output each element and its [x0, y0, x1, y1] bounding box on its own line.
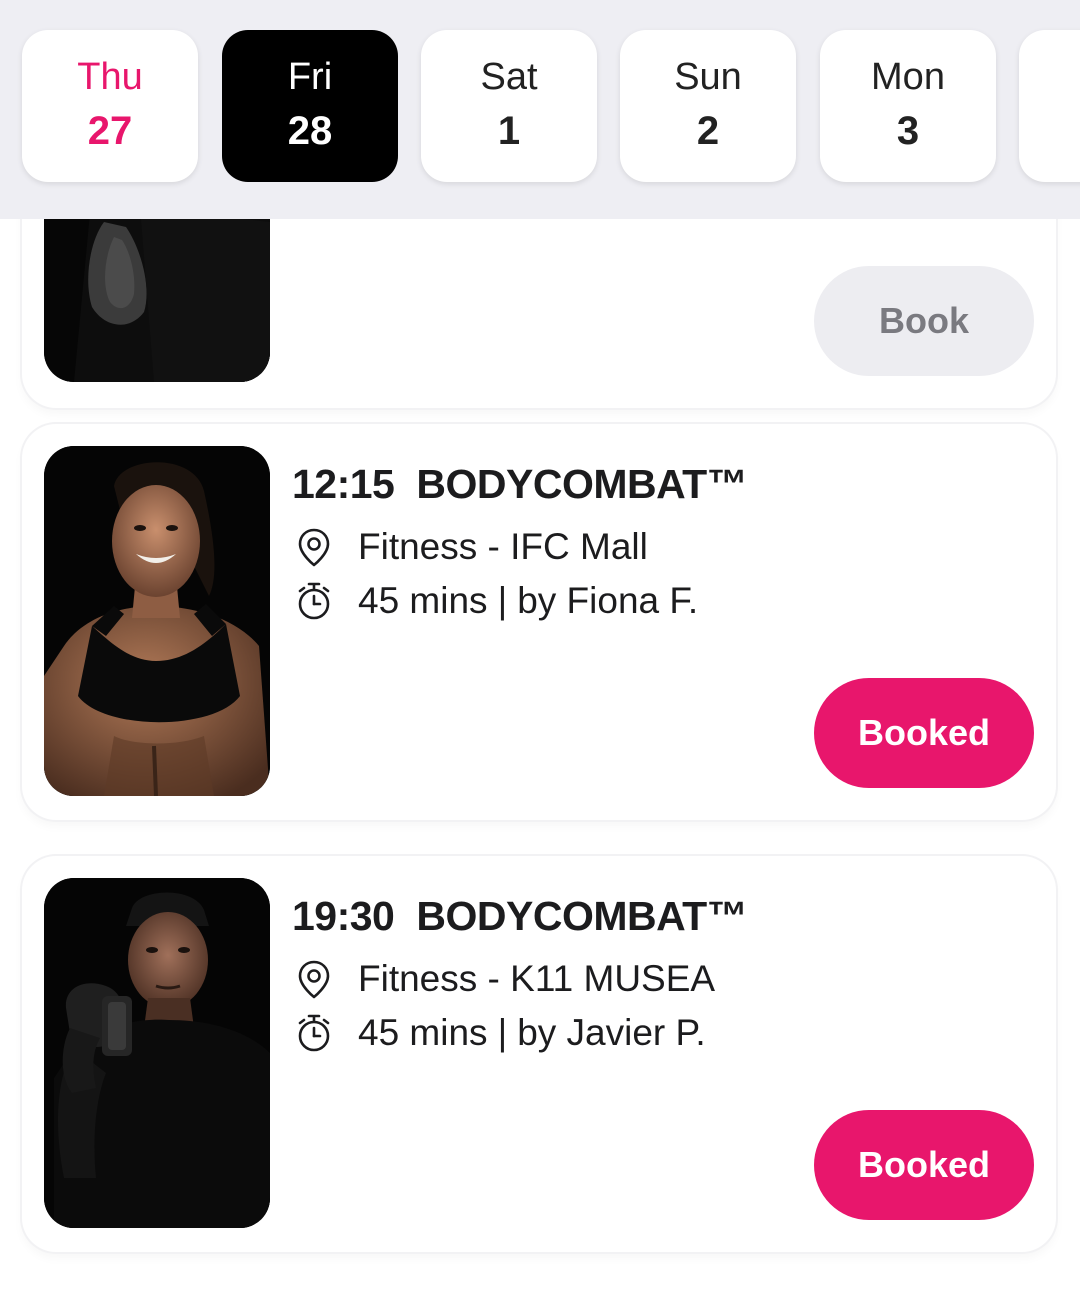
class-duration: 45 mins | by Javier P. [292, 1010, 706, 1056]
book-button[interactable]: Book [814, 266, 1034, 376]
date-chip-date: 3 [896, 109, 920, 153]
booked-button[interactable]: Booked [814, 678, 1034, 788]
date-chip-sat-1[interactable]: Sat 1 [421, 30, 597, 182]
stopwatch-icon [298, 1014, 330, 1052]
instructor-photo [44, 446, 270, 796]
meta-separator: | [497, 580, 508, 621]
date-strip[interactable]: Thu 27 Fri 28 Sat 1 Sun 2 Mon 3 T [0, 0, 1080, 219]
date-chip-day: Fri [287, 56, 333, 98]
class-card[interactable]: 12:15 BODYCOMBAT™ Fitness - IFC Mall 45 m… [22, 424, 1056, 820]
date-chip-thu-27[interactable]: Thu 27 [22, 30, 198, 182]
instructor-text: by Fiona F. [517, 580, 699, 621]
location-text: Fitness - K11 MUSEA [358, 958, 716, 999]
date-chip-day: Mon [871, 56, 945, 98]
location-pin-icon [298, 528, 330, 567]
date-chip-sun-2[interactable]: Sun 2 [620, 30, 796, 182]
class-location: Fitness - IFC Mall [292, 524, 648, 570]
duration-text: 45 mins [358, 1012, 488, 1053]
class-title: 12:15 BODYCOMBAT™ [292, 460, 748, 508]
location-text: Fitness - IFC Mall [358, 526, 648, 567]
class-title: 19:30 BODYCOMBAT™ [292, 892, 748, 940]
class-name: BODYCOMBAT™ [416, 893, 748, 939]
class-duration: 45 mins | by Fiona F. [292, 578, 698, 624]
date-chip-fri-28[interactable]: Fri 28 [222, 30, 398, 182]
date-chip-date: 28 [287, 109, 333, 153]
class-card[interactable]: 19:30 BODYCOMBAT™ Fitness - K11 MUSEA 45 … [22, 856, 1056, 1252]
booked-button[interactable]: Booked [814, 1110, 1034, 1220]
date-chip-day: Sat [480, 56, 538, 98]
date-chip-mon-3[interactable]: Mon 3 [820, 30, 996, 182]
date-chip-day: Sun [674, 56, 742, 98]
date-chip-date: 1 [497, 109, 521, 153]
stopwatch-icon [298, 582, 330, 620]
meta-separator: | [497, 1012, 508, 1053]
date-chip-day: Thu [77, 56, 143, 98]
instructor-photo [44, 878, 270, 1228]
date-chip-date: 2 [696, 109, 720, 153]
date-chip-next[interactable]: T [1019, 30, 1080, 182]
duration-text: 45 mins [358, 580, 488, 621]
class-location: Fitness - K11 MUSEA [292, 956, 715, 1002]
class-name: BODYCOMBAT™ [416, 461, 748, 507]
date-chip-date: 27 [87, 109, 133, 153]
location-pin-icon [298, 960, 330, 999]
instructor-text: by Javier P. [517, 1012, 706, 1053]
class-time: 19:30 [292, 893, 395, 939]
class-time: 12:15 [292, 461, 395, 507]
